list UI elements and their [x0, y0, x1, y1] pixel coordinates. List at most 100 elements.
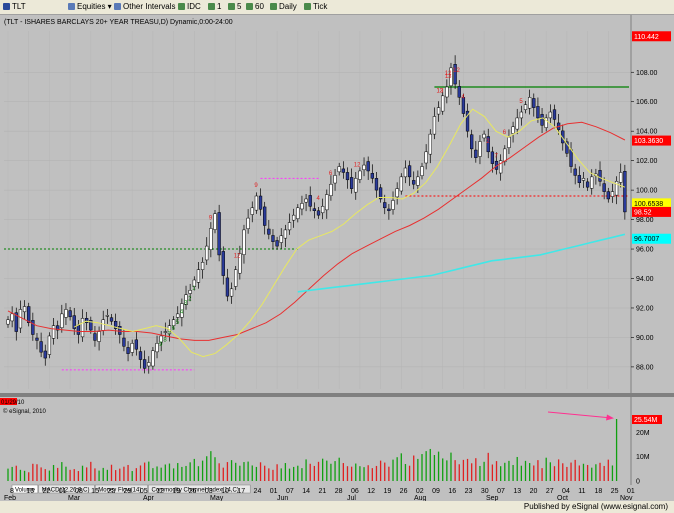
candle	[337, 166, 341, 173]
candle	[155, 343, 159, 353]
price-label: 100.6538	[634, 201, 663, 208]
chart-area[interactable]: (TLT - ISHARES BARCLAYS 20+ YEAR TREASU,…	[0, 15, 674, 501]
chart-background	[0, 15, 674, 501]
status-bar: Published by eSignal (www.esignal.com)	[0, 501, 674, 513]
candle	[358, 170, 362, 180]
x-day-label: 22	[42, 488, 50, 495]
x-day-label: 8	[10, 488, 14, 495]
candle	[606, 191, 610, 200]
toolbar-item-daily[interactable]: Daily	[270, 0, 297, 14]
toolbar-item-label: Tick	[313, 2, 328, 11]
x-day-label: 09	[432, 488, 440, 495]
x-day-label: 04	[562, 488, 570, 495]
interval-icon	[178, 3, 185, 11]
candle	[374, 178, 379, 191]
candle	[598, 170, 602, 182]
toolbar-item-1[interactable]: 1	[208, 0, 221, 14]
x-day-label: 19	[383, 488, 391, 495]
candle	[445, 86, 449, 98]
candle	[31, 320, 35, 335]
candle	[391, 200, 395, 210]
y-tick-label: 108.00	[636, 70, 658, 77]
toolbar-item-label: TLT	[12, 2, 26, 11]
candle	[333, 175, 337, 184]
candle	[6, 319, 10, 325]
x-day-label: 12	[367, 488, 375, 495]
toolbar-item-tick[interactable]: Tick	[304, 0, 327, 14]
candle	[51, 325, 56, 339]
x-day-label: 02	[416, 488, 424, 495]
x-day-label: 26	[189, 488, 197, 495]
symbol-icon	[3, 3, 10, 11]
candle	[573, 168, 577, 176]
publisher-text: Published by eSignal (www.esignal.com)	[523, 502, 668, 511]
chart-svg[interactable]: (TLT - ISHARES BARCLAYS 20+ YEAR TREASU,…	[0, 15, 674, 501]
candle	[399, 176, 403, 192]
toolbar-item-equities[interactable]: Equities ▾	[68, 0, 112, 14]
x-day-label: 15	[91, 488, 99, 495]
candle	[519, 111, 524, 119]
candle	[213, 213, 217, 230]
x-day-label: 17	[237, 488, 245, 495]
interval-icon	[208, 3, 215, 11]
candle	[312, 208, 317, 211]
x-day-label: 10	[221, 488, 229, 495]
price-label: 103.3630	[634, 138, 663, 145]
toolbar-item-60[interactable]: 60	[246, 0, 264, 14]
candle	[163, 331, 167, 333]
candle	[407, 165, 412, 178]
candle	[221, 251, 225, 276]
candle	[370, 173, 374, 179]
candle	[403, 167, 408, 178]
y-tick-label: 104.00	[636, 129, 658, 136]
toolbar-item-other-intervals[interactable]: Other Intervals ▾	[114, 0, 182, 14]
x-day-label: 18	[595, 488, 603, 495]
candle	[532, 98, 536, 108]
candle	[490, 151, 495, 164]
x-day-label: 01	[627, 488, 635, 495]
candle	[142, 359, 147, 369]
candle	[316, 210, 321, 216]
candle	[478, 141, 482, 157]
toolbar-item-idc[interactable]: IDC	[178, 0, 201, 14]
candle	[304, 198, 308, 203]
count-marker-red: 12	[445, 71, 452, 77]
y-tick-label: 90.00	[636, 335, 654, 342]
candle	[287, 222, 292, 231]
candle	[416, 176, 420, 186]
x-day-label: 01	[270, 488, 278, 495]
candle	[250, 207, 254, 215]
candle	[242, 229, 246, 255]
candle	[354, 178, 358, 193]
candle	[577, 175, 581, 183]
candle	[188, 290, 192, 294]
candle	[482, 133, 486, 139]
toolbar-item-tlt[interactable]: TLT	[3, 0, 26, 14]
candle	[126, 347, 130, 354]
candle	[507, 136, 511, 148]
candle	[176, 313, 180, 318]
x-day-label: 19	[172, 488, 180, 495]
candle	[320, 206, 325, 214]
candle	[130, 343, 134, 353]
candle	[470, 134, 474, 150]
candle	[258, 195, 263, 210]
y-tick-label: 102.00	[636, 158, 658, 165]
candle	[271, 235, 275, 242]
panel-divider[interactable]	[0, 393, 674, 397]
candle	[619, 172, 623, 183]
candle	[18, 309, 23, 329]
candle	[383, 202, 387, 209]
x-day-label: 28	[335, 488, 343, 495]
x-day-label: 07	[286, 488, 294, 495]
x-day-label: 24	[254, 488, 262, 495]
y-tick-label: 92.00	[636, 305, 654, 312]
candle	[420, 166, 424, 176]
candle	[292, 214, 296, 221]
x-day-label: 14	[302, 488, 310, 495]
toolbar-item-5[interactable]: 5	[228, 0, 241, 14]
candle	[325, 194, 329, 211]
toolbar-item-label: 5	[237, 2, 242, 11]
candle	[296, 207, 300, 219]
x-day-label: 30	[481, 488, 489, 495]
